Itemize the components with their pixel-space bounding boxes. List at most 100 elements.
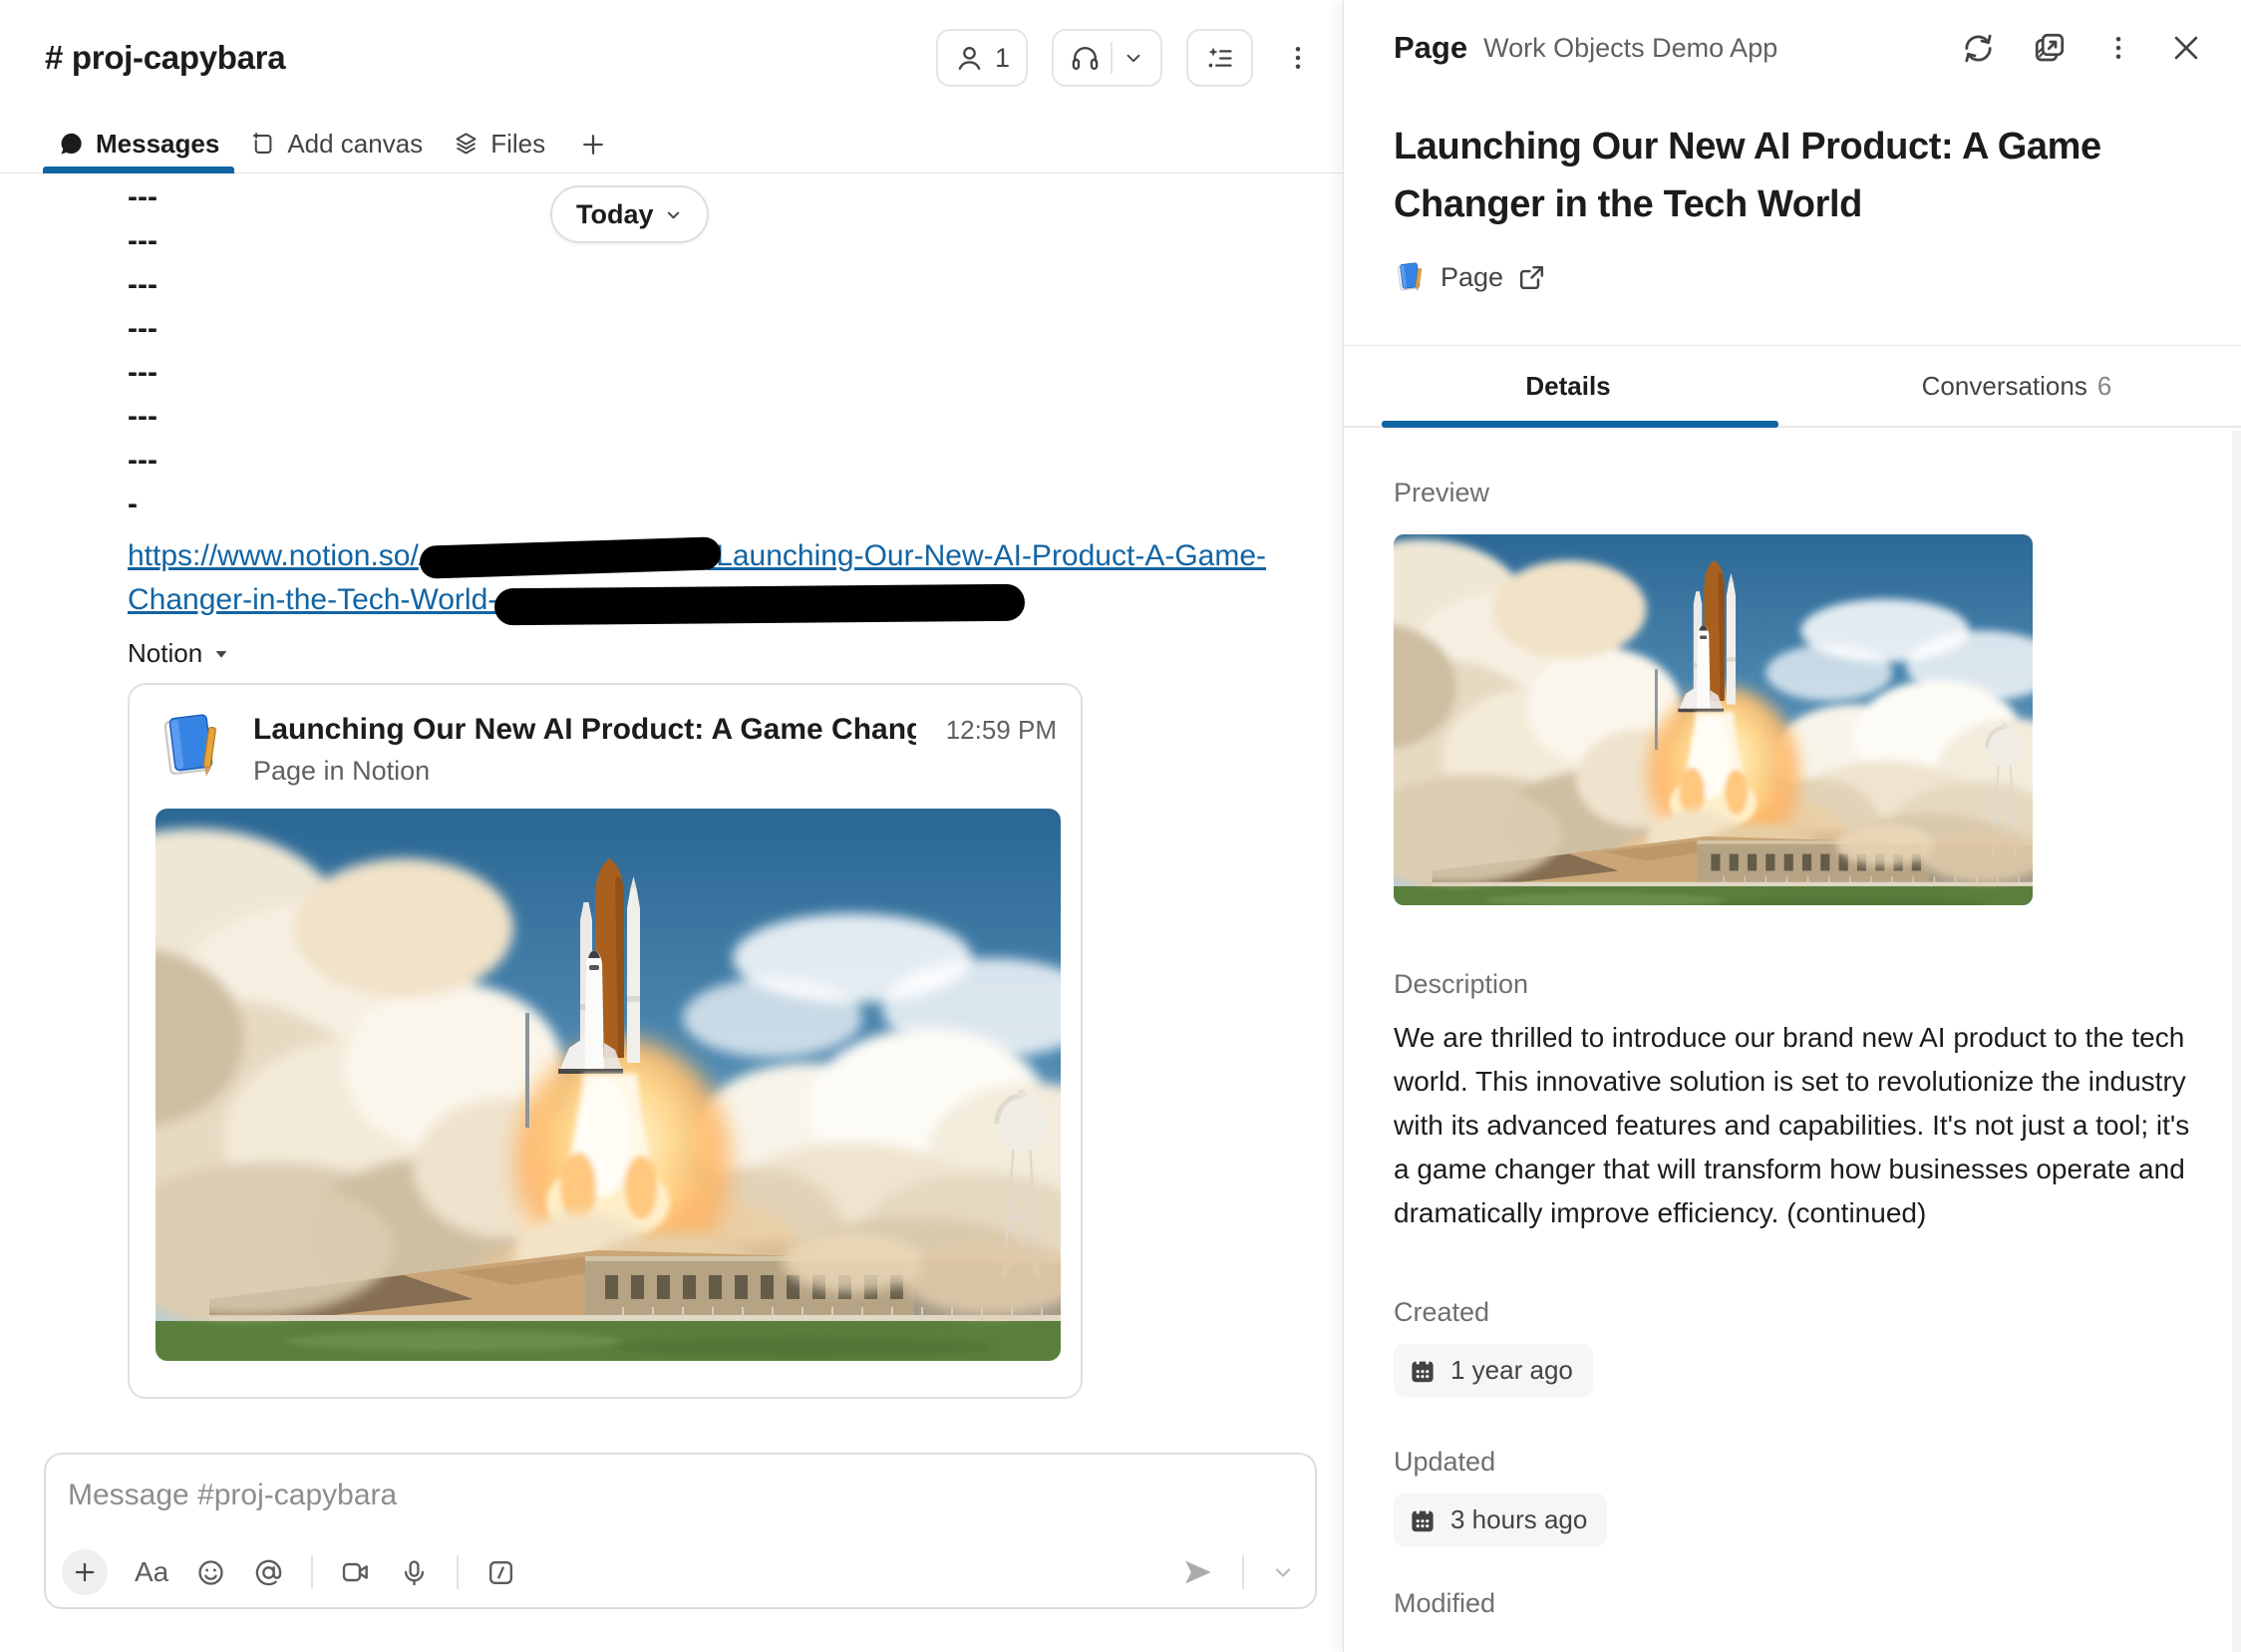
member-count: 1 <box>995 43 1010 74</box>
unfurl-source-label: Notion <box>128 638 202 669</box>
send-button[interactable] <box>1181 1555 1215 1589</box>
more-options-button[interactable] <box>1277 29 1319 87</box>
panel-tabs: Details Conversations 6 <box>1344 346 2241 428</box>
tab-details-label: Details <box>1525 371 1610 402</box>
at-sign-icon <box>253 1557 284 1588</box>
close-panel-button[interactable] <box>2169 31 2203 65</box>
chat-bubble-icon <box>58 131 85 158</box>
message-text: --- <box>128 395 1343 439</box>
panel-body: Preview Description We are thrilled to i… <box>1344 478 2241 1619</box>
preview-section-label: Preview <box>1394 478 2203 508</box>
tab-add-canvas-label: Add canvas <box>287 129 423 160</box>
tab-conversations-label: Conversations <box>1922 371 2087 402</box>
huddle-button[interactable] <box>1052 29 1162 87</box>
description-text: We are thrilled to introduce our brand n… <box>1394 1016 2203 1235</box>
channel-pane: # proj-capybara 1 <box>0 0 1343 1652</box>
attach-button[interactable] <box>62 1549 108 1595</box>
updated-value-chip: 3 hours ago <box>1394 1493 1607 1546</box>
headphones-icon <box>1070 43 1101 74</box>
link-text-part3: Changer-in-the-Tech-World- <box>128 583 497 616</box>
panel-scrollbar[interactable] <box>2232 431 2241 1652</box>
updated-section-label: Updated <box>1394 1447 2203 1478</box>
kebab-menu-icon <box>2103 33 2133 63</box>
files-stack-icon <box>453 131 480 158</box>
panel-more-button[interactable] <box>2103 33 2133 63</box>
emoji-button[interactable] <box>195 1557 226 1588</box>
chevron-down-icon <box>664 205 683 224</box>
video-clip-button[interactable] <box>340 1556 372 1588</box>
huddle-divider <box>1111 42 1113 74</box>
date-divider-pill[interactable]: Today <box>550 185 709 243</box>
canvas-shortcuts-button[interactable] <box>1186 29 1253 87</box>
panel-header-actions <box>1961 30 2203 66</box>
message-input[interactable]: Message #proj-capybara <box>46 1455 1315 1512</box>
tab-details[interactable]: Details <box>1344 346 1792 426</box>
slack-app-window: # proj-capybara 1 <box>0 0 2241 1652</box>
unfurl-card-text: Launching Our New AI Product: A Game Cha… <box>253 709 1057 787</box>
unfurl-card-title[interactable]: Launching Our New AI Product: A Game Cha… <box>253 713 916 747</box>
channel-header-actions: 1 <box>936 29 1319 87</box>
sparkle-list-icon <box>1204 43 1235 74</box>
send-plane-icon <box>1181 1555 1215 1589</box>
calendar-icon <box>1408 1356 1438 1386</box>
mention-button[interactable] <box>253 1557 284 1588</box>
panel-header: Page Work Objects Demo App <box>1344 0 2241 96</box>
members-button[interactable]: 1 <box>936 29 1028 87</box>
audio-clip-button[interactable] <box>399 1557 430 1588</box>
tab-messages-label: Messages <box>96 129 219 160</box>
message-text: --- <box>128 219 1343 263</box>
close-icon <box>2169 31 2203 65</box>
refresh-button[interactable] <box>1961 31 1996 66</box>
plus-icon <box>578 130 608 160</box>
chevron-down-icon[interactable] <box>1122 47 1144 69</box>
rocket-launch-photo <box>156 809 1061 1361</box>
tab-messages[interactable]: Messages <box>43 116 234 172</box>
open-in-window-button[interactable] <box>2032 30 2068 66</box>
redaction-bar <box>494 584 1025 626</box>
chevron-down-icon <box>1271 1560 1295 1584</box>
shortcuts-button[interactable] <box>485 1557 516 1588</box>
notion-page-icon <box>1394 260 1428 294</box>
kebab-menu-icon <box>1283 43 1313 73</box>
page-title: Launching Our New AI Product: A Game Cha… <box>1344 96 2241 233</box>
message-text: --- <box>128 175 1343 219</box>
person-icon <box>954 43 985 74</box>
message-text: --- <box>128 439 1343 483</box>
calendar-icon <box>1408 1505 1438 1535</box>
link-text-part1: https://www.notion.so/ <box>128 539 419 572</box>
message-text: --- <box>128 263 1343 307</box>
refresh-icon <box>1961 31 1996 66</box>
tab-conversations[interactable]: Conversations 6 <box>1792 346 2241 426</box>
tab-add-canvas[interactable]: Add canvas <box>234 116 438 172</box>
notion-unfurl-card[interactable]: Launching Our New AI Product: A Game Cha… <box>128 683 1083 1399</box>
created-value-chip: 1 year ago <box>1394 1344 1593 1397</box>
external-link-icon[interactable] <box>1516 262 1547 293</box>
tab-files[interactable]: Files <box>438 116 560 172</box>
modified-section-label: Modified <box>1394 1588 2203 1619</box>
send-options-button[interactable] <box>1271 1560 1295 1584</box>
unfurl-card-subtitle: Page in Notion <box>253 756 1057 787</box>
emoji-icon <box>195 1557 226 1588</box>
plus-icon <box>71 1558 99 1586</box>
unfurl-card-header: Launching Our New AI Product: A Game Cha… <box>156 709 1057 787</box>
add-tab-button[interactable] <box>560 116 626 172</box>
channel-tabbar: Messages Add canvas Files <box>0 116 1343 173</box>
message-text: --- <box>128 351 1343 395</box>
open-window-icon <box>2032 30 2068 66</box>
link-text-part2: /Launching-Our-New-AI-Product-A-Game- <box>708 539 1266 572</box>
text-format-button[interactable]: Aa <box>135 1556 168 1588</box>
unfurl-card-image[interactable] <box>156 809 1061 1361</box>
preview-image[interactable] <box>1394 534 2033 905</box>
rocket-launch-photo <box>1394 534 2033 905</box>
notion-link[interactable]: https://www.notion.so/ /Launching-Our-New… <box>128 534 1334 622</box>
message-text: --- <box>128 307 1343 351</box>
message-timestamp: 12:59 PM <box>946 715 1057 746</box>
created-section-label: Created <box>1394 1297 2203 1328</box>
date-divider-label: Today <box>576 199 654 230</box>
object-type-label: Page <box>1441 262 1503 293</box>
toolbar-divider <box>1242 1555 1244 1589</box>
collapse-triangle-icon <box>211 644 231 664</box>
details-panel: Page Work Objects Demo App <box>1343 0 2241 1652</box>
unfurl-source-toggle[interactable]: Notion <box>128 638 1343 669</box>
toolbar-divider <box>457 1555 459 1589</box>
